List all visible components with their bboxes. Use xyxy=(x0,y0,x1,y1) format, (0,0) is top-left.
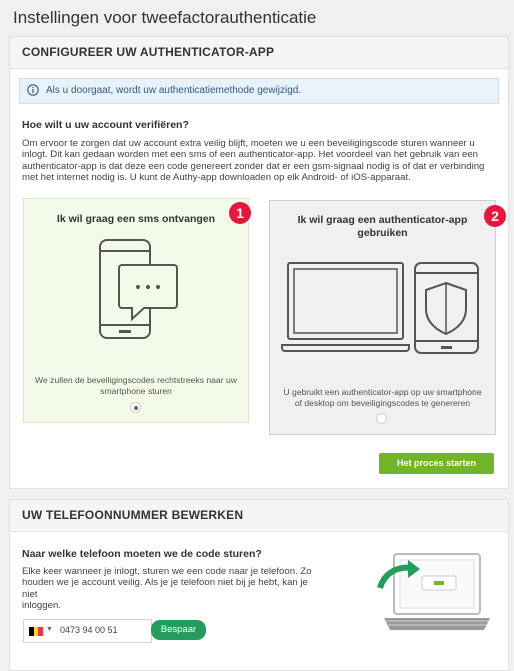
intro-line: Elke keer wanneer je inlogt, sturen we e… xyxy=(22,566,312,577)
phone-number-field[interactable]: ▼ 0473 94 00 51 xyxy=(23,619,152,643)
option-sms-radio[interactable] xyxy=(130,402,141,413)
configure-panel-header: CONFIGUREER UW AUTHENTICATOR-APP xyxy=(10,37,508,69)
option-sms-card[interactable]: Ik wil graag een sms ontvangen We zullen… xyxy=(23,198,249,423)
configure-panel: CONFIGUREER UW AUTHENTICATOR-APP Als u d… xyxy=(9,36,509,489)
phone-question: Naar welke telefoon moeten we de code st… xyxy=(22,548,262,560)
info-text: Als u doorgaat, wordt uw authenticatieme… xyxy=(46,85,302,96)
chevron-down-icon[interactable]: ▼ xyxy=(46,626,53,633)
phone-panel: UW TELEFOONNUMMER BEWERKEN Naar welke te… xyxy=(9,499,509,671)
verify-question: Hoe wilt u uw account verifiëren? xyxy=(22,119,189,131)
info-banner: Als u doorgaat, wordt uw authenticatieme… xyxy=(19,78,499,104)
option-app-title: Ik wil graag een authenticator-app gebru… xyxy=(270,214,495,240)
phone-panel-header: UW TELEFOONNUMMER BEWERKEN xyxy=(10,500,508,532)
save-button[interactable]: Bespaar xyxy=(151,620,206,640)
option-sms-title: Ik wil graag een sms ontvangen xyxy=(56,213,216,225)
desc-line: We zullen de beveiligingscodes rechtstre… xyxy=(35,375,237,385)
option-app-card[interactable]: Ik wil graag een authenticator-app gebru… xyxy=(269,200,496,435)
intro-line: inloggen. xyxy=(22,600,61,612)
option-badge-1: 1 xyxy=(229,202,251,224)
option-badge-2: 2 xyxy=(484,205,506,227)
desc-line: of desktop om beveiligingscodes te gener… xyxy=(294,397,471,408)
option-app-desc: U gebruikt een authenticator-app op uw s… xyxy=(280,387,485,408)
intro-line: authenticator-app is dat deze een code g… xyxy=(22,160,485,172)
intro-line: houden we je account veilig. Als je je t… xyxy=(22,577,308,600)
verify-intro: Om ervoor te zorgen dat uw account extra… xyxy=(22,138,500,184)
intro-line: Om ervoor te zorgen dat uw account extra… xyxy=(22,138,475,149)
intro-line: met het internet nodig is. U kunt de Aut… xyxy=(22,172,411,184)
phone-intro: Elke keer wanneer je inlogt, sturen we e… xyxy=(22,566,322,612)
desc-line: U gebruikt een authenticator-app op uw s… xyxy=(283,387,482,397)
belgium-flag-icon[interactable] xyxy=(29,627,43,636)
phone-chat-icon xyxy=(99,239,178,339)
option-sms-desc: We zullen de beveiligingscodes rechtstre… xyxy=(34,375,238,396)
title-line: gebruiken xyxy=(357,227,408,239)
page-title: Instellingen voor tweefactorauthenticati… xyxy=(13,8,317,27)
option-app-radio[interactable] xyxy=(376,413,387,424)
start-process-button[interactable]: Het proces starten xyxy=(379,453,494,474)
phone-number-value[interactable]: 0473 94 00 51 xyxy=(60,625,118,635)
info-icon xyxy=(27,84,39,96)
desc-line: smartphone sturen xyxy=(100,385,172,396)
laptop-phone-shield-icon xyxy=(281,262,479,354)
title-line: Ik wil graag een authenticator-app xyxy=(297,214,468,226)
intro-line: inlogt. Dit kan gedaan worden met een sm… xyxy=(22,149,478,161)
laptop-phone-transfer-icon xyxy=(377,553,490,630)
